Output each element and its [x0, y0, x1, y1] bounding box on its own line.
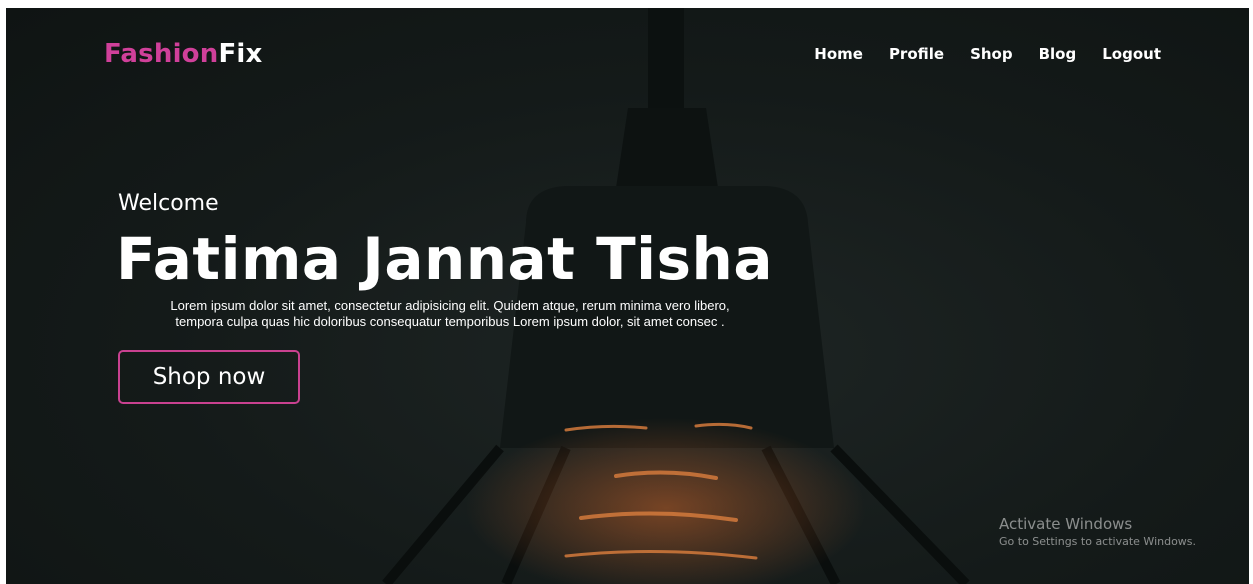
background-lamp-image: [382, 8, 970, 584]
nav-profile-link[interactable]: Profile: [889, 44, 944, 64]
logo-part-fashion: Fashion: [104, 39, 219, 69]
main-nav: Home Profile Shop Blog Logout: [814, 44, 1161, 64]
nav-shop-link[interactable]: Shop: [970, 44, 1013, 64]
activate-windows-watermark: Activate Windows Go to Settings to activ…: [999, 514, 1196, 550]
page-frame: FashionFix Home Profile Shop Blog Logout…: [6, 8, 1249, 584]
shop-now-button[interactable]: Shop now: [118, 350, 300, 404]
watermark-title: Activate Windows: [999, 515, 1133, 533]
hero-description-line-2: tempora culpa quas hic doloribus consequ…: [175, 314, 725, 329]
nav-home-link[interactable]: Home: [814, 44, 863, 64]
hero-greeting: Welcome: [118, 191, 219, 216]
hero-description: Lorem ipsum dolor sit amet, consectetur …: [110, 298, 790, 330]
nav-logout-link[interactable]: Logout: [1102, 44, 1161, 64]
hero-description-line-1: Lorem ipsum dolor sit amet, consectetur …: [170, 298, 730, 313]
site-logo[interactable]: FashionFix: [104, 38, 263, 70]
hero-name-heading: Fatima Jannat Tisha: [116, 225, 773, 293]
logo-part-fix: Fix: [218, 39, 263, 69]
nav-blog-link[interactable]: Blog: [1039, 44, 1077, 64]
watermark-subtitle: Go to Settings to activate Windows.: [999, 535, 1197, 548]
